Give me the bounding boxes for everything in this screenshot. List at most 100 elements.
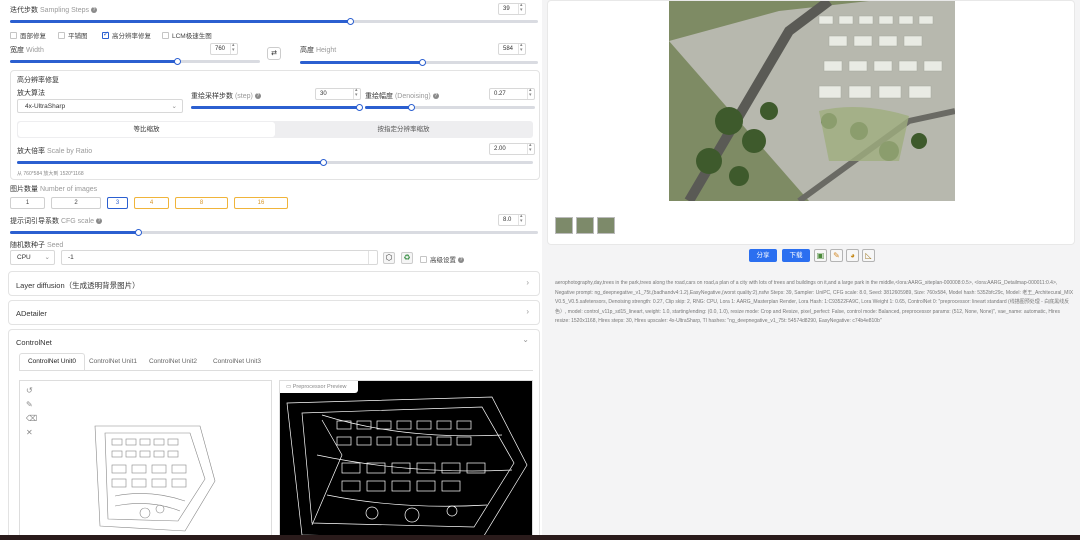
cfg-slider[interactable] (10, 229, 538, 236)
denoising-slider[interactable] (365, 104, 535, 111)
advanced-settings-checkbox[interactable]: 高级设置? (420, 254, 464, 264)
spinner-icon[interactable] (527, 87, 534, 99)
chevron-down-icon: ⌄ (44, 254, 50, 261)
accordion-layer-diffusion[interactable]: Layer diffusion（生成透明背景图片） › (8, 271, 540, 296)
scale-input[interactable]: 2.00 (489, 142, 535, 155)
ruler-icon[interactable]: ◺ (862, 249, 875, 262)
slider-handle[interactable] (320, 159, 327, 166)
hires-fix-checkbox[interactable]: 高分辨率修复 (102, 30, 151, 40)
slider-fill (17, 161, 323, 164)
controlnet-input-image[interactable]: ↺ ✎ ⌫ ✕ (19, 380, 272, 540)
slider-fill (300, 61, 422, 64)
tab-controlnet-unit2[interactable]: ControlNet Unit2 (143, 354, 203, 369)
slider-handle[interactable] (419, 59, 426, 66)
eraser-icon[interactable]: ⌫ (26, 414, 38, 428)
batch-option-8[interactable]: 8 (175, 197, 228, 209)
rng-device-select[interactable]: CPU ⌄ (10, 250, 55, 265)
denoising-input[interactable]: 0.27 (489, 87, 535, 100)
brush-icon[interactable]: ✎ (26, 400, 38, 414)
help-icon[interactable]: ? (254, 93, 261, 100)
spinner-icon[interactable] (518, 213, 525, 225)
seed-input[interactable]: -1 (61, 250, 378, 265)
pencil-icon[interactable]: ✎ (830, 249, 843, 262)
thumbnail-3[interactable] (597, 217, 615, 234)
resize-info: 从 760*584 放大到 1520*1168 (17, 171, 84, 177)
scale-slider[interactable] (17, 159, 533, 166)
help-icon[interactable]: ? (90, 7, 97, 14)
accordion-title: ADetailer (16, 309, 47, 318)
slider-handle[interactable] (408, 104, 415, 111)
hires-steps-input[interactable]: 30 (315, 87, 361, 100)
tab-scale-by-ratio[interactable]: 等比缩放 (18, 122, 275, 137)
output-gallery (547, 0, 1075, 245)
lineart-preview-image (286, 396, 528, 540)
slider-fill (365, 106, 411, 109)
width-label: 宽度 Width (10, 47, 44, 54)
help-icon[interactable]: ? (458, 257, 464, 264)
thumbnail-1[interactable] (555, 217, 573, 234)
accordion-adetailer[interactable]: ADetailer › (8, 300, 540, 325)
hires-steps-slider[interactable] (191, 104, 363, 111)
slider-handle[interactable] (356, 104, 363, 111)
batch-option-2[interactable]: 2 (51, 197, 101, 209)
palette-icon[interactable]: ◕ (846, 249, 859, 262)
image-icon[interactable]: ▣ (814, 249, 827, 262)
checkbox-checked-icon[interactable] (102, 30, 109, 39)
help-icon[interactable]: ? (96, 218, 103, 225)
slider-handle[interactable] (347, 18, 354, 25)
thumbnail-2[interactable] (576, 217, 594, 234)
width-input[interactable]: 760 (210, 42, 238, 55)
denoising-label: 重绘幅度 (Denoising)? (365, 93, 439, 100)
upscaler-select[interactable]: 4x-UltraSharp ⌄ (17, 99, 183, 113)
spinner-icon[interactable] (518, 2, 525, 14)
tab-controlnet-unit1[interactable]: ControlNet Unit1 (83, 354, 143, 369)
sampling-steps-input[interactable]: 39 (498, 2, 526, 15)
accordion-controlnet: ControlNet ⌄ ControlNet Unit0 ControlNet… (8, 329, 540, 540)
tiling-checkbox[interactable]: 平铺图 (58, 30, 88, 40)
spinner-icon[interactable] (368, 251, 377, 264)
checkbox-icon[interactable] (420, 255, 427, 263)
reuse-seed-button[interactable]: ♻ (401, 252, 413, 264)
height-input[interactable]: 584 (498, 42, 526, 55)
tab-controlnet-unit3[interactable]: ControlNet Unit3 (207, 354, 267, 369)
batch-option-16[interactable]: 16 (234, 197, 288, 209)
checkbox-icon[interactable] (162, 31, 169, 39)
random-seed-button[interactable]: ⬡ (383, 252, 395, 264)
help-icon[interactable]: ? (432, 93, 439, 100)
width-slider[interactable] (10, 58, 260, 65)
height-label: 高度 Height (300, 47, 337, 54)
spinner-icon[interactable] (353, 87, 360, 99)
sketch-image (94, 425, 216, 532)
sampling-steps-slider[interactable] (10, 18, 538, 25)
checkbox-icon[interactable] (58, 31, 65, 39)
share-button[interactable]: 分享 (749, 249, 777, 262)
accordion-title[interactable]: ControlNet (16, 338, 52, 347)
tab-controlnet-unit0[interactable]: ControlNet Unit0 (19, 353, 85, 370)
spinner-icon[interactable] (518, 42, 525, 54)
generated-image[interactable] (669, 1, 955, 201)
height-slider[interactable] (300, 59, 538, 66)
batch-option-4[interactable]: 4 (134, 197, 169, 209)
face-restore-checkbox[interactable]: 面部修复 (10, 30, 46, 40)
batch-option-1[interactable]: 1 (10, 197, 45, 209)
spinner-icon[interactable] (230, 42, 237, 54)
cfg-input[interactable]: 8.0 (498, 213, 526, 226)
settings-panel: 迭代步数 Sampling Steps? 39 面部修复 平铺图 高分辨率修复 … (0, 0, 542, 540)
download-button[interactable]: 下载 (782, 249, 810, 262)
undo-icon[interactable]: ↺ (26, 386, 38, 400)
swap-dimensions-button[interactable]: ⇄ (267, 47, 281, 60)
slider-handle[interactable] (135, 229, 142, 236)
batch-option-3[interactable]: 3 (107, 197, 128, 209)
close-icon[interactable]: ✕ (26, 428, 38, 442)
image-icon: ▭ (286, 384, 293, 390)
chevron-down-icon[interactable]: ⌄ (522, 335, 529, 344)
spinner-icon[interactable] (527, 142, 534, 154)
tab-scale-to-resolution[interactable]: 按指定分辨率缩放 (275, 122, 532, 137)
cfg-label: 提示词引导系数 CFG scale? (10, 218, 103, 225)
checkbox-icon[interactable] (10, 31, 17, 39)
lcm-checkbox[interactable]: LCM极速生图 (162, 30, 212, 40)
tab-divider (19, 370, 533, 371)
preprocessor-preview: ▭ Preprocessor Preview (279, 380, 533, 540)
slider-handle[interactable] (174, 58, 181, 65)
swap-icon: ⇄ (271, 50, 277, 57)
